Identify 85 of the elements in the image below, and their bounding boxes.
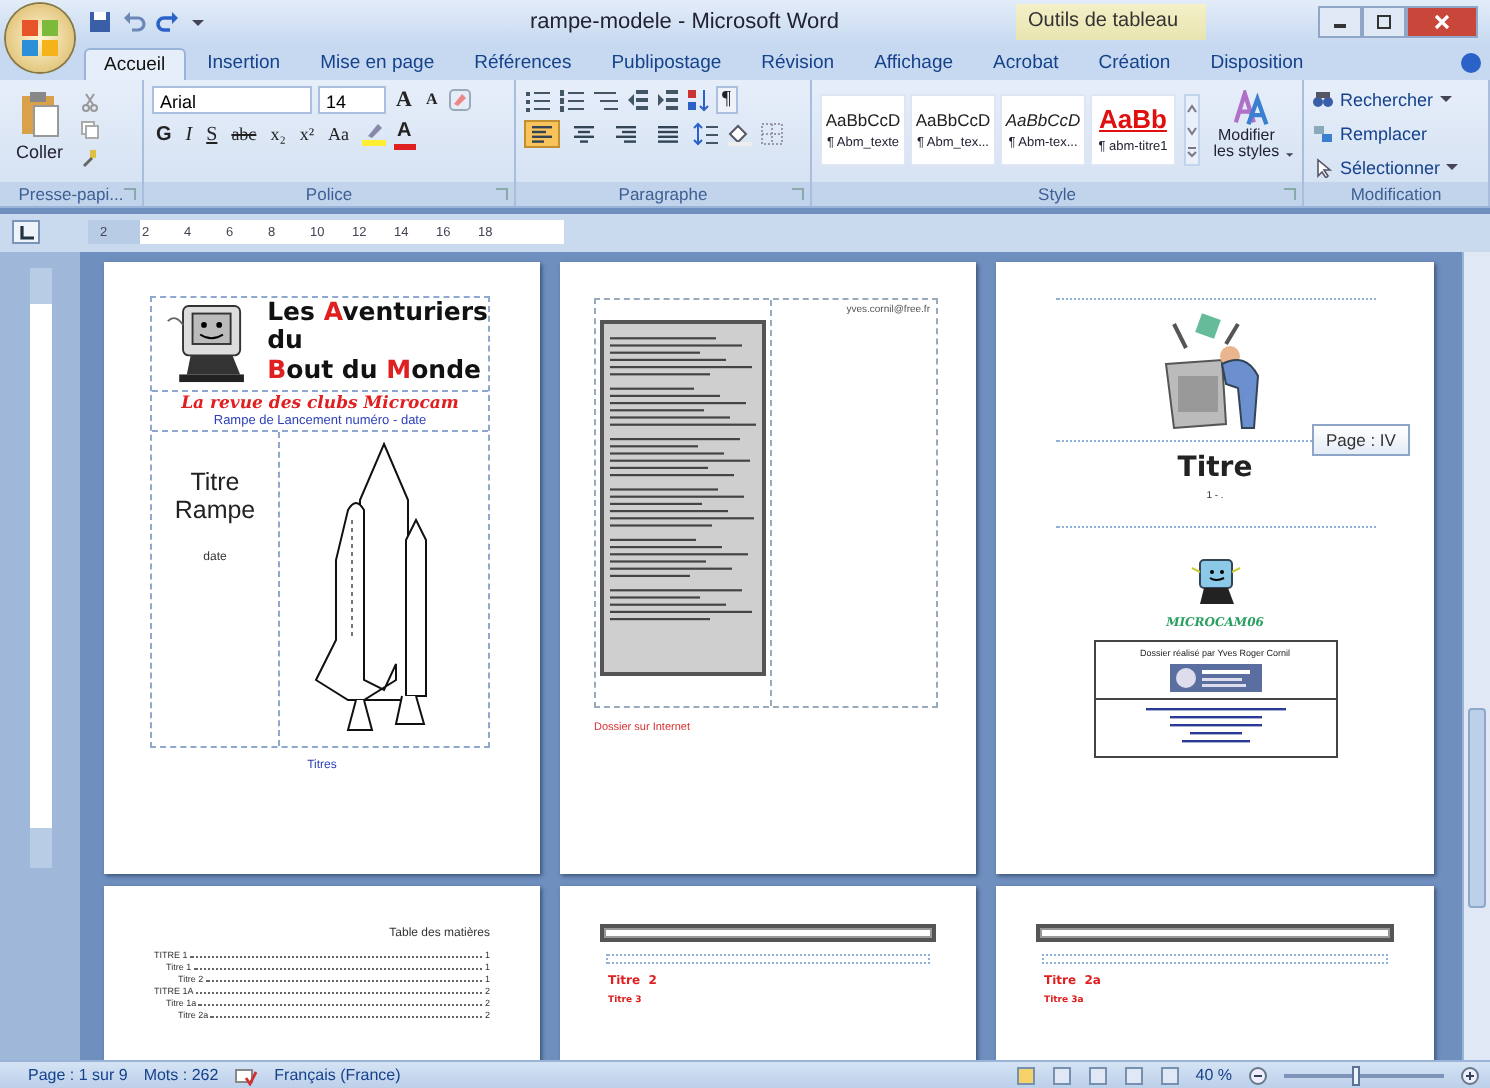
sort-icon[interactable] xyxy=(686,87,710,112)
ribbon-tab[interactable]: Accueil xyxy=(84,47,186,80)
page-count-text: Page : 1 sur 9 xyxy=(28,1066,128,1085)
pointer-icon xyxy=(1312,157,1334,178)
group-label: Paragraphe xyxy=(618,183,708,204)
font-name-field[interactable]: Arial xyxy=(152,85,312,114)
group-label: Modification xyxy=(1350,183,1442,204)
undo-icon[interactable] xyxy=(122,9,146,34)
ribbon-tab[interactable]: Mise en page xyxy=(302,47,453,80)
page-heading: Titre xyxy=(1177,451,1253,484)
gallery-scrollbar[interactable] xyxy=(1184,93,1200,166)
shading-icon[interactable] xyxy=(726,121,754,146)
format-button[interactable]: x₂ xyxy=(266,120,290,149)
clipboard-icon xyxy=(19,89,60,138)
font-color-button[interactable]: A xyxy=(393,119,416,150)
magazine-title-line: Les Aventuriers xyxy=(267,297,488,327)
line-spacing-icon[interactable] xyxy=(692,121,720,146)
highlighter-icon[interactable] xyxy=(359,122,388,147)
language-text: Français (France) xyxy=(274,1066,401,1085)
shrink-font-button[interactable]: A xyxy=(421,85,442,114)
close-icon xyxy=(1434,13,1450,30)
ribbon-tab[interactable]: Affichage xyxy=(856,47,972,80)
zoom-in-icon[interactable] xyxy=(1460,1065,1480,1086)
ribbon-tab[interactable]: Disposition xyxy=(1192,47,1322,80)
vertical-scrollbar[interactable] xyxy=(1462,251,1490,1061)
editing-button[interactable]: Sélectionner xyxy=(1312,153,1480,182)
numbered-list-icon[interactable] xyxy=(558,87,586,112)
replace-icon xyxy=(1312,123,1334,144)
view-mode-icon[interactable] xyxy=(1051,1065,1072,1086)
format-button[interactable]: S xyxy=(202,120,222,149)
office-logo-icon xyxy=(18,16,62,60)
magazine-title-line: Bout du Monde xyxy=(267,355,483,385)
format-button[interactable]: G xyxy=(152,120,176,149)
format-button[interactable]: Aa xyxy=(324,120,354,149)
ribbon-tab[interactable]: Acrobat xyxy=(975,47,1077,80)
multilevel-list-icon[interactable] xyxy=(592,87,620,112)
grow-font-button[interactable]: A xyxy=(392,85,416,114)
group-label: Police xyxy=(305,183,353,204)
format-button[interactable]: x² xyxy=(295,120,319,149)
proofing-icon[interactable] xyxy=(234,1065,259,1086)
editing-button[interactable]: Rechercher xyxy=(1312,85,1480,114)
close-button[interactable] xyxy=(1406,5,1478,38)
paintbrush-icon[interactable] xyxy=(79,147,100,168)
magazine-subtitle: La revue des clubs Microcam xyxy=(179,393,461,414)
ribbon-tab[interactable]: Insertion xyxy=(189,47,299,80)
group-label: Presse-papi... xyxy=(18,183,124,204)
ribbon-tab[interactable]: Publipostage xyxy=(593,47,740,80)
save-icon[interactable] xyxy=(88,9,112,34)
magazine-title-line: du xyxy=(267,326,305,356)
zoom-out-icon[interactable] xyxy=(1248,1065,1268,1086)
tab-selector-button[interactable] xyxy=(12,220,40,245)
window-title: rampe-modele - Microsoft Word xyxy=(530,10,839,34)
increase-indent-icon[interactable] xyxy=(656,87,680,112)
maximize-icon xyxy=(1376,13,1392,30)
page-tooltip: Page : IV xyxy=(1312,423,1410,456)
view-mode-icon[interactable] xyxy=(1159,1065,1180,1086)
binoculars-icon xyxy=(1312,89,1334,110)
editing-button[interactable]: Remplacer xyxy=(1312,119,1480,148)
maximize-button[interactable] xyxy=(1362,5,1406,38)
ribbon-tab[interactable]: Création xyxy=(1080,47,1189,80)
change-styles-button[interactable]: Modifier les styles xyxy=(1208,85,1294,182)
zoom-level-text: 40 % xyxy=(1195,1066,1232,1085)
align-button[interactable] xyxy=(524,119,560,148)
group-label: Style xyxy=(1038,183,1076,204)
font-size-field[interactable]: 14 xyxy=(318,85,386,114)
view-mode-icon[interactable] xyxy=(1123,1065,1144,1086)
scissors-icon[interactable] xyxy=(79,91,100,112)
ribbon-tab[interactable]: Références xyxy=(456,47,590,80)
format-button[interactable]: I xyxy=(181,120,197,149)
show-marks-button[interactable]: ¶ xyxy=(716,85,738,114)
styles-icon xyxy=(1233,89,1269,126)
decrease-indent-icon[interactable] xyxy=(626,87,650,112)
tab-stop-icon xyxy=(19,225,33,240)
ribbon-tab[interactable]: Révision xyxy=(743,47,853,80)
format-button[interactable]: abc xyxy=(227,120,261,149)
view-mode-icon[interactable] xyxy=(1087,1065,1108,1086)
redo-icon[interactable] xyxy=(156,9,180,34)
word-count-text: Mots : 262 xyxy=(143,1066,219,1085)
mvp-logo xyxy=(1169,663,1261,692)
context-tab-label: Outils de tableau xyxy=(1016,4,1207,40)
view-mode-icon[interactable] xyxy=(1015,1065,1036,1086)
paste-button[interactable]: Coller xyxy=(8,85,72,182)
minimize-button[interactable] xyxy=(1318,5,1362,38)
cover-heading: Titre Rampe xyxy=(172,467,258,524)
bullet-list-icon[interactable] xyxy=(524,87,552,112)
